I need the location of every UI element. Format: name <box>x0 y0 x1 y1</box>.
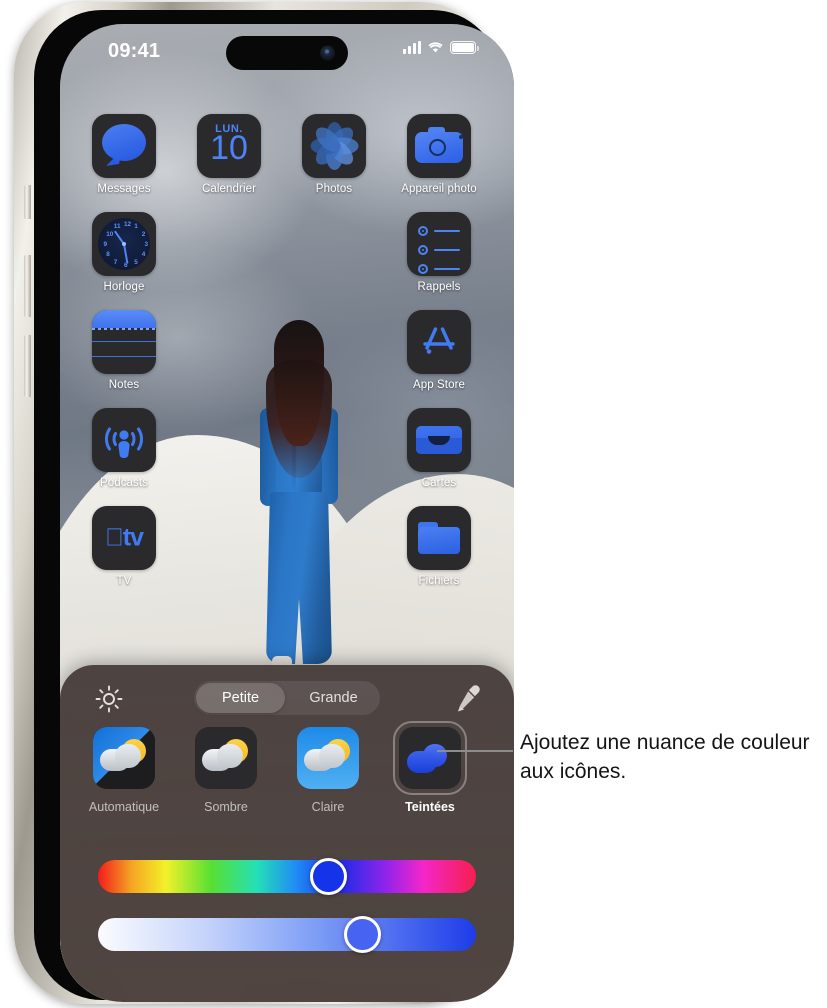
clock-numeral: 10 <box>106 230 114 238</box>
brightness-icon[interactable] <box>95 685 123 713</box>
clock-numeral: 11 <box>113 223 121 231</box>
volume-up-button[interactable] <box>24 255 31 317</box>
clock-numeral: 5 <box>134 258 138 266</box>
segment-option-petite[interactable]: Petite <box>194 681 287 715</box>
callout-leader-line <box>437 750 513 752</box>
status-bar-clock: 09:41 <box>108 40 161 62</box>
clock-numeral: 6 <box>124 261 128 269</box>
icon-size-segmented-control[interactable]: Petite Grande <box>194 681 380 715</box>
theme-label: Claire <box>311 800 345 814</box>
clock-icon: 12 1 2 3 4 5 6 7 8 9 10 11 <box>92 212 156 276</box>
app-icon-horloge[interactable]: 12 1 2 3 4 5 6 7 8 9 10 11 Horloge <box>86 212 162 293</box>
app-row: Notes App Store <box>60 310 514 408</box>
volume-down-button[interactable] <box>24 335 31 397</box>
messages-icon <box>92 114 156 178</box>
theme-preview-light <box>297 727 359 789</box>
clock-numeral: 12 <box>124 220 132 228</box>
apple-tv-icon: tv <box>92 506 156 570</box>
notes-icon <box>92 310 156 374</box>
theme-option-teintees[interactable]: Teintées <box>386 721 474 814</box>
wallet-icon <box>407 408 471 472</box>
status-bar: 09:41 <box>60 24 514 80</box>
clock-numeral: 2 <box>141 230 146 238</box>
status-bar-indicators <box>403 41 479 54</box>
eyedropper-icon[interactable] <box>456 684 482 714</box>
hue-slider[interactable] <box>98 858 476 895</box>
home-screen-app-grid: Messages LUN. 10 Calendrier Photos Appar… <box>60 114 514 604</box>
app-label: Messages <box>97 183 151 195</box>
app-label: Fichiers <box>418 575 460 587</box>
theme-preview-dark <box>195 727 257 789</box>
icon-customization-panel: Petite Grande Automatique Sombre Claire … <box>60 665 514 1002</box>
app-icon-calendrier[interactable]: LUN. 10 Calendrier <box>191 114 267 195</box>
segment-option-grande[interactable]: Grande <box>287 681 380 715</box>
theme-label: Automatique <box>88 800 160 814</box>
clock-numeral: 9 <box>103 241 108 248</box>
app-icon-messages[interactable]: Messages <box>86 114 162 195</box>
clock-numeral: 3 <box>144 241 149 248</box>
app-icon-notes[interactable]: Notes <box>86 310 162 391</box>
theme-label: Sombre <box>204 800 248 814</box>
icon-theme-options: Automatique Sombre Claire Teintées <box>60 721 514 835</box>
clock-numeral: 7 <box>113 258 118 266</box>
app-label: Horloge <box>103 281 145 293</box>
app-label: Podcasts <box>99 477 149 489</box>
app-icon-fichiers[interactable]: Fichiers <box>401 506 477 587</box>
app-label: Cartes <box>421 477 457 489</box>
app-icon-tv[interactable]: tv TV <box>86 506 162 587</box>
app-store-icon <box>407 310 471 374</box>
theme-preview-automatic <box>93 727 155 789</box>
signal-bars-icon <box>403 41 421 54</box>
tint-brightness-slider[interactable] <box>98 916 476 953</box>
theme-option-automatique[interactable]: Automatique <box>80 727 168 814</box>
app-row: Podcasts Cartes <box>60 408 514 506</box>
reminders-icon <box>407 212 471 276</box>
app-label: Rappels <box>417 281 461 293</box>
tint-brightness-slider-thumb[interactable] <box>344 916 381 953</box>
app-label: Notes <box>108 379 140 391</box>
clock-numeral: 4 <box>141 251 146 259</box>
app-row: tv TV Fichiers <box>60 506 514 604</box>
app-label: App Store <box>412 379 466 391</box>
app-icon-app-store[interactable]: App Store <box>401 310 477 391</box>
action-button[interactable] <box>24 185 31 219</box>
panel-toolbar: Petite Grande <box>60 679 514 717</box>
app-label: Calendrier <box>201 183 257 195</box>
battery-icon <box>450 41 479 54</box>
app-icon-cartes[interactable]: Cartes <box>401 408 477 489</box>
app-row: 12 1 2 3 4 5 6 7 8 9 10 11 Horloge Rappels <box>60 212 514 310</box>
theme-option-claire[interactable]: Claire <box>284 727 372 814</box>
app-icon-photos[interactable]: Photos <box>296 114 372 195</box>
app-icon-appareil-photo[interactable]: Appareil photo <box>401 114 477 195</box>
app-row: Messages LUN. 10 Calendrier Photos Appar… <box>60 114 514 212</box>
app-icon-podcasts[interactable]: Podcasts <box>86 408 162 489</box>
iphone-device-frame: 09:41 Messages LUN. 10 Calendrier Photos… <box>14 2 514 1004</box>
phone-screen: 09:41 Messages LUN. 10 Calendrier Photos… <box>60 24 514 1002</box>
calendar-day: 10 <box>210 129 248 167</box>
clock-numeral: 1 <box>134 223 138 231</box>
app-label: TV <box>116 575 132 587</box>
clock-numeral: 8 <box>106 251 110 259</box>
app-icon-rappels[interactable]: Rappels <box>401 212 477 293</box>
front-camera-icon <box>320 45 335 61</box>
dynamic-island[interactable] <box>226 36 348 70</box>
podcasts-icon <box>92 408 156 472</box>
camera-icon <box>407 114 471 178</box>
callout-text: Ajoutez une nuance de couleur aux icônes… <box>520 731 810 783</box>
files-icon <box>407 506 471 570</box>
wifi-icon <box>428 42 443 53</box>
screen-bezel: 09:41 Messages LUN. 10 Calendrier Photos… <box>34 10 514 1002</box>
theme-label: Teintées <box>405 800 455 814</box>
theme-preview-tinted <box>399 727 461 789</box>
app-label: Photos <box>315 183 353 195</box>
hue-slider-thumb[interactable] <box>310 858 347 895</box>
photos-icon <box>302 114 366 178</box>
theme-option-sombre[interactable]: Sombre <box>182 727 270 814</box>
app-label: Appareil photo <box>401 183 477 195</box>
calendar-icon: LUN. 10 <box>197 114 261 178</box>
